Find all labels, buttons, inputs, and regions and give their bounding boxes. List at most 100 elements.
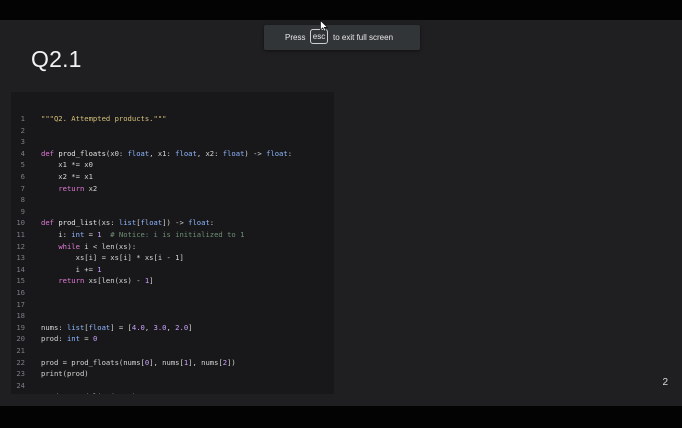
bottom-letterbox (0, 406, 682, 428)
code-text: def prod_list(xs: list[float]) -> float: (41, 217, 214, 229)
code-token: : (209, 218, 215, 228)
code-token: nums: (41, 322, 67, 332)
code-token: i < len(xs): (79, 241, 137, 251)
code-token: i += (41, 264, 98, 274)
line-number: 15 (16, 276, 25, 286)
line-number: 5 (20, 160, 25, 170)
code-token: float (175, 148, 197, 158)
code-token: prod = prod_list(nums) (41, 392, 136, 394)
code-line: 13 xs[i] = xs[i] * xs[i - 1] (11, 252, 334, 264)
code-line: 20 prod: int = 0 (11, 333, 334, 345)
slide-title: Q2.1 (31, 46, 82, 72)
line-number: 7 (20, 183, 25, 193)
code-line: 5 x1 *= x0 (11, 159, 334, 171)
code-token: """Q2. Attempted products.""" (41, 114, 167, 123)
line-number: 18 (16, 311, 25, 321)
line-number: 10 (16, 218, 25, 228)
line-number: 20 (16, 334, 25, 344)
fullscreen-notice-rest-text: to exit full screen (333, 33, 394, 42)
code-token: i: (41, 230, 72, 239)
code-token: float (266, 148, 288, 158)
line-number: 23 (16, 369, 25, 379)
line-number: 13 (16, 253, 25, 263)
code-token: while (58, 241, 80, 251)
code-token: ] = [ (110, 322, 132, 332)
code-text: print(prod) (41, 368, 89, 380)
line-number: 8 (20, 195, 25, 205)
line-number: 17 (16, 299, 25, 309)
code-text: while i < len(xs): (41, 241, 136, 253)
code-line: 1 """Q2. Attempted products.""" (11, 113, 334, 125)
code-text: prod: int = 0 (41, 333, 97, 345)
code-token: , x2: (196, 148, 223, 158)
code-line: 24 (11, 380, 334, 392)
code-token: print(prod) (41, 369, 89, 379)
line-number: 4 (20, 148, 25, 158)
line-number: 14 (16, 264, 25, 274)
code-token: 3.0 (153, 322, 167, 332)
code-text: prod = prod_list(nums) (41, 391, 136, 394)
code-line: 14 i += 1 (11, 264, 334, 276)
code-text: x1 *= x0 (41, 159, 93, 171)
slide: Q2.1 1 """Q2. Attempted products.""" 2 3 4 de… (0, 20, 682, 406)
code-line: 11 i: int = 1 # Notice: i is initialized… (11, 229, 334, 241)
code-line: 18 (11, 310, 334, 322)
code-text: x2 *= x1 (41, 171, 93, 183)
code-token: int (66, 334, 80, 344)
code-line: 21 (11, 345, 334, 357)
code-token: ] (149, 276, 154, 286)
code-text: return x2 (41, 183, 97, 195)
code-token: , (144, 322, 154, 332)
code-token: float (188, 218, 210, 228)
code-line: 3 (11, 136, 334, 148)
code-token: 4.0 (131, 322, 145, 332)
code-token: ], nums[ (149, 357, 184, 367)
code-line: 2 (11, 125, 334, 137)
code-text: nums: list[float] = [4.0, 3.0, 2.0] (41, 322, 192, 334)
code-token: ) -> (244, 148, 267, 158)
code-line: 8 (11, 194, 334, 206)
code-line: 7 return x2 (11, 183, 334, 195)
line-number: 19 (16, 322, 25, 332)
code-token: float (127, 148, 150, 158)
line-number: 12 (16, 241, 25, 251)
code-token: = (84, 230, 98, 239)
code-text: """Q2. Attempted products.""" (41, 113, 167, 125)
code-token: def (41, 148, 59, 158)
code-token: = (79, 334, 93, 344)
code-token: ] (188, 322, 193, 332)
fullscreen-exit-notice: Press esc to exit full screen (264, 25, 420, 50)
line-number: 3 (20, 137, 25, 147)
code-token: float (140, 218, 163, 228)
code-token: xs[len(xs) - (84, 276, 145, 286)
code-text: i += 1 (41, 264, 102, 276)
code-token: (x0: (105, 148, 128, 158)
line-number: 2 (20, 125, 25, 135)
line-number: 21 (16, 346, 25, 355)
code-text: return xs[len(xs) - 1] (41, 275, 154, 287)
code-line: 19 nums: list[float] = [4.0, 3.0, 2.0] (11, 322, 334, 334)
code-text: prod = prod_floats(nums[0], nums[1], num… (41, 357, 236, 369)
code-token: , (166, 322, 176, 332)
line-number: 11 (16, 230, 25, 239)
line-number: 6 (20, 172, 25, 181)
code-token: prod_floats (58, 148, 106, 158)
code-line: 17 (11, 299, 334, 311)
code-token: float (88, 322, 111, 332)
code-text: def prod_floats(x0: float, x1: float, x2… (41, 148, 292, 160)
code-token: list (118, 218, 137, 228)
code-token: x2 (84, 183, 98, 193)
code-token: x1 *= x0 (41, 160, 93, 170)
line-number: 9 (20, 206, 25, 216)
line-number: 22 (16, 357, 25, 367)
page-number: 2 (662, 377, 668, 388)
code-token: ]) -> (162, 218, 189, 228)
line-number: 1 (20, 114, 25, 123)
code-token: (xs: (97, 218, 119, 228)
code-token: # Notice: i is initialized to 1 (101, 230, 245, 239)
line-number: 24 (16, 380, 25, 390)
code-token: 2.0 (175, 322, 189, 332)
code-block: 1 """Q2. Attempted products.""" 2 3 4 def pro… (11, 92, 334, 394)
code-text: xs[i] = xs[i] * xs[i - 1] (41, 252, 184, 264)
